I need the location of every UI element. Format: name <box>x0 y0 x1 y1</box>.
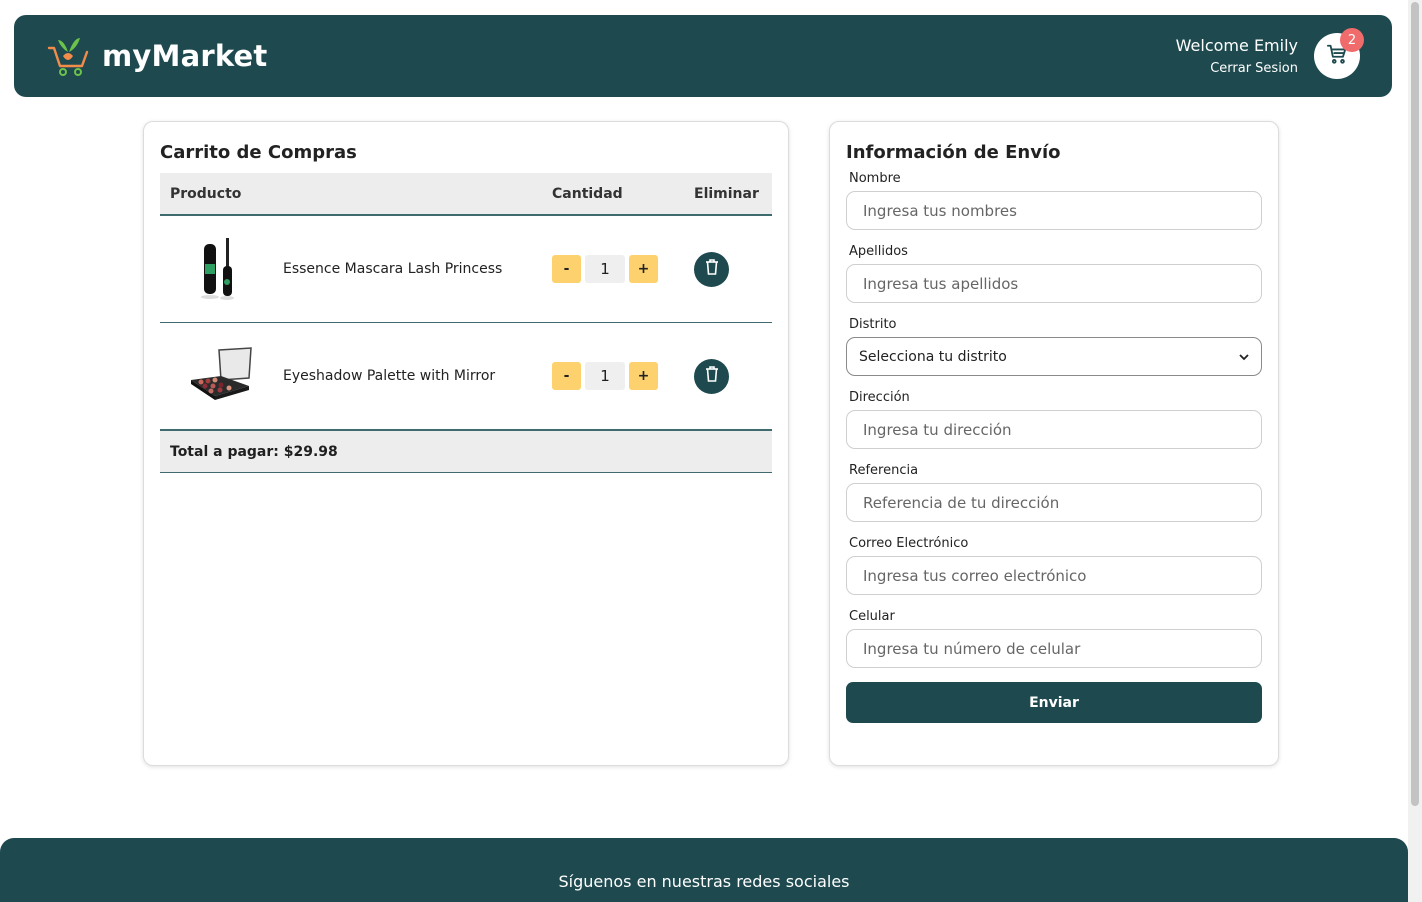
distrito-selected-value: Selecciona tu distrito <box>859 348 1007 365</box>
quantity-value: 1 <box>585 362 625 390</box>
user-info: Welcome Emily Cerrar Sesion <box>1176 36 1298 76</box>
quantity-stepper: - 1 + <box>552 255 694 283</box>
remove-cell <box>694 358 772 394</box>
decrease-quantity-button[interactable]: - <box>552 362 581 390</box>
decrease-quantity-button[interactable]: - <box>552 255 581 283</box>
remove-item-button[interactable] <box>694 251 729 287</box>
table-row: Essence Mascara Lash Princess - 1 + <box>160 216 772 323</box>
referencia-field-group: Referencia Referencia de tu dirección <box>846 463 1262 522</box>
increase-quantity-button[interactable]: + <box>629 255 658 283</box>
apellidos-input[interactable]: Ingresa tus apellidos <box>846 264 1262 303</box>
phone-input[interactable]: Ingresa tu número de celular <box>846 629 1262 668</box>
cart-table: Producto Cantidad Eliminar Essence Masca… <box>160 173 772 473</box>
brand-logo[interactable]: myMarket <box>46 34 268 78</box>
product-image-eyeshadow-palette <box>170 336 270 416</box>
cart-total: Total a pagar: $29.98 <box>160 430 772 473</box>
product-name: Essence Mascara Lash Princess <box>283 261 503 277</box>
column-header-remove: Eliminar <box>694 185 759 202</box>
direccion-field-group: Dirección Ingresa tu dirección <box>846 390 1262 449</box>
increase-quantity-button[interactable]: + <box>629 362 658 390</box>
product-name: Eyeshadow Palette with Mirror <box>283 368 496 384</box>
trash-icon <box>705 366 719 386</box>
chevron-down-icon <box>1239 349 1249 365</box>
scrollbar-thumb[interactable] <box>1411 2 1419 806</box>
quantity-value: 1 <box>585 255 625 283</box>
top-navbar: myMarket Welcome Emily Cerrar Sesion 2 <box>14 15 1392 97</box>
celular-label: Celular <box>849 609 895 624</box>
remove-cell <box>694 251 772 287</box>
direccion-label: Dirección <box>849 390 910 405</box>
footer-social-text: Síguenos en nuestras redes sociales <box>558 872 850 891</box>
brand-name: myMarket <box>102 39 268 73</box>
apellidos-field-group: Apellidos Ingresa tus apellidos <box>846 244 1262 303</box>
correo-field-group: Correo Electrónico Ingresa tus correo el… <box>846 536 1262 595</box>
nombre-label: Nombre <box>849 171 901 186</box>
correo-label: Correo Electrónico <box>849 536 969 551</box>
cart-table-header: Producto Cantidad Eliminar <box>160 173 772 216</box>
trash-icon <box>705 259 719 279</box>
page-scrollbar[interactable] <box>1408 0 1422 902</box>
cart-button[interactable]: 2 <box>1314 28 1364 79</box>
cart-title: Carrito de Compras <box>160 142 357 163</box>
nombre-field-group: Nombre Ingresa tus nombres <box>846 171 1262 230</box>
direccion-input[interactable]: Ingresa tu dirección <box>846 410 1262 449</box>
remove-item-button[interactable] <box>694 358 729 394</box>
submit-button[interactable]: Enviar <box>846 682 1262 723</box>
logout-link[interactable]: Cerrar Sesion <box>1176 61 1298 76</box>
shipping-info-panel: Información de Envío Nombre Ingresa tus … <box>829 121 1279 766</box>
quantity-stepper: - 1 + <box>552 362 694 390</box>
email-input[interactable]: Ingresa tus correo electrónico <box>846 556 1262 595</box>
referencia-label: Referencia <box>849 463 919 478</box>
column-header-quantity: Cantidad <box>552 185 623 202</box>
cart-leaf-logo-icon <box>46 34 92 78</box>
column-header-product: Producto <box>170 185 242 202</box>
footer: Síguenos en nuestras redes sociales <box>0 838 1408 902</box>
cart-count-badge: 2 <box>1340 28 1364 52</box>
nombre-input[interactable]: Ingresa tus nombres <box>846 191 1262 230</box>
distrito-label: Distrito <box>849 317 897 332</box>
referencia-input[interactable]: Referencia de tu dirección <box>846 483 1262 522</box>
shopping-cart-panel: Carrito de Compras Producto Cantidad Eli… <box>143 121 789 766</box>
shipping-title: Información de Envío <box>846 142 1061 163</box>
distrito-select[interactable]: Selecciona tu distrito <box>846 337 1262 376</box>
apellidos-label: Apellidos <box>849 244 908 259</box>
user-area: Welcome Emily Cerrar Sesion 2 <box>1176 28 1364 79</box>
distrito-field-group: Distrito Selecciona tu distrito <box>846 317 1262 376</box>
welcome-text: Welcome Emily <box>1175 36 1298 55</box>
product-image-mascara <box>170 229 270 309</box>
table-row: Eyeshadow Palette with Mirror - 1 + <box>160 323 772 430</box>
celular-field-group: Celular Ingresa tu número de celular <box>846 609 1262 668</box>
